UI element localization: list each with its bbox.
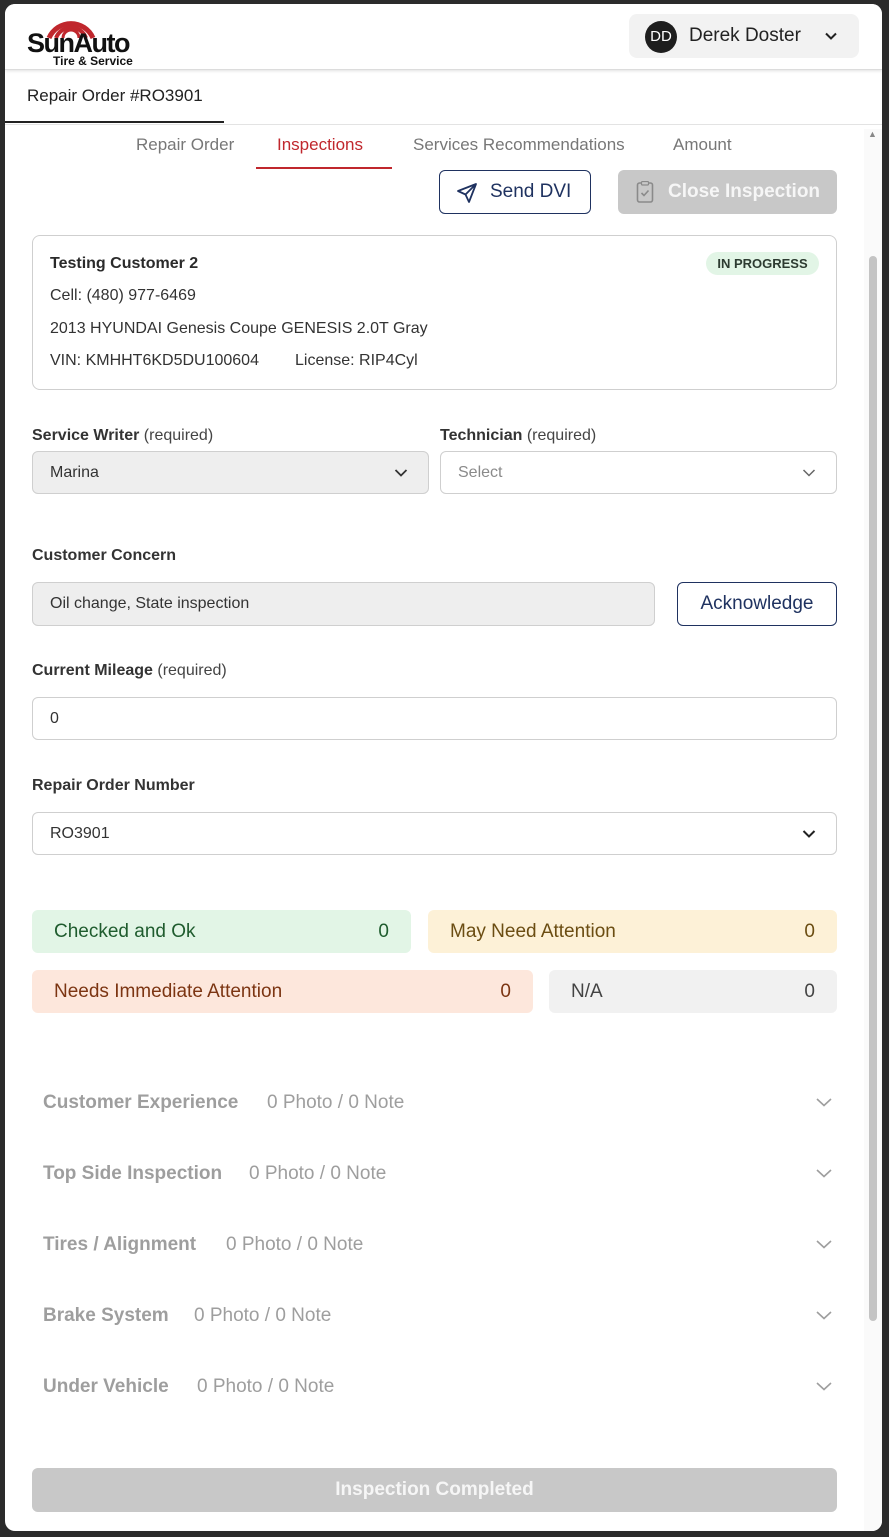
close-inspection-button[interactable]: Close Inspection <box>618 170 837 214</box>
scrollbar-thumb[interactable] <box>869 256 877 1321</box>
send-dvi-label: Send DVI <box>490 181 572 202</box>
needs-immediate-attention-stat: Needs Immediate Attention 0 <box>32 970 533 1013</box>
service-writer-select[interactable]: Marina <box>32 451 429 494</box>
chevron-down-icon <box>802 830 816 838</box>
vehicle-license: License: RIP4Cyl <box>295 352 418 369</box>
stat-label: Checked and Ok <box>54 921 196 942</box>
stat-count: 0 <box>804 981 815 1002</box>
repair-order-number-label: Repair Order Number <box>32 777 195 794</box>
tab-inspections[interactable]: Inspections <box>277 135 363 155</box>
technician-placeholder: Select <box>458 464 503 481</box>
divider <box>5 124 882 125</box>
tab-label: Repair Order #RO3901 <box>27 86 203 105</box>
acknowledge-button[interactable]: Acknowledge <box>677 582 837 626</box>
chevron-down-icon <box>816 1169 832 1178</box>
customer-concern-value: Oil change, State inspection <box>50 595 250 612</box>
send-dvi-button[interactable]: Send DVI <box>439 170 591 214</box>
chevron-down-icon <box>816 1098 832 1107</box>
customer-name: Testing Customer 2 <box>50 255 199 272</box>
label-text: Current Mileage <box>32 662 153 679</box>
section-name: Customer Experience <box>43 1092 239 1113</box>
section-customer-experience[interactable]: Customer Experience 0 Photo / 0 Note <box>43 1089 833 1119</box>
section-counts: 0 Photo / 0 Note <box>197 1376 335 1397</box>
service-writer-value: Marina <box>50 464 99 481</box>
section-tires-alignment[interactable]: Tires / Alignment 0 Photo / 0 Note <box>43 1231 833 1261</box>
stat-label: May Need Attention <box>450 921 616 942</box>
current-mileage-value: 0 <box>50 710 59 727</box>
section-name: Under Vehicle <box>43 1376 169 1397</box>
section-counts: 0 Photo / 0 Note <box>249 1163 387 1184</box>
stat-label: Needs Immediate Attention <box>54 981 283 1002</box>
vehicle-vin: VIN: KMHHT6KD5DU100604 <box>50 352 259 369</box>
chevron-down-icon <box>816 1382 832 1391</box>
customer-cell: Cell: (480) 977-6469 <box>50 287 196 304</box>
required-note: (required) <box>143 427 214 444</box>
avatar: DD <box>645 21 677 53</box>
label-text: Service Writer <box>32 427 140 444</box>
vehicle-description: 2013 HYUNDAI Genesis Coupe GENESIS 2.0T … <box>50 320 428 337</box>
section-counts: 0 Photo / 0 Note <box>267 1092 405 1113</box>
chevron-down-icon <box>802 469 816 477</box>
svg-text:Tire & Service: Tire & Service <box>53 54 133 66</box>
active-tab-indicator <box>256 167 392 169</box>
app-window: SunAuto Tire & Service DD Derek Doster R… <box>5 4 882 1531</box>
top-bar: SunAuto Tire & Service DD Derek Doster <box>5 4 882 70</box>
sunauto-logo: SunAuto Tire & Service <box>27 21 133 66</box>
required-note: (required) <box>526 427 597 444</box>
section-brake-system[interactable]: Brake System 0 Photo / 0 Note <box>43 1302 833 1332</box>
customer-concern-field: Oil change, State inspection <box>32 582 655 626</box>
section-under-vehicle[interactable]: Under Vehicle 0 Photo / 0 Note <box>43 1373 833 1403</box>
stat-count: 0 <box>378 921 389 942</box>
tab-services-recommendations[interactable]: Services Recommendations <box>413 135 625 155</box>
current-mileage-label: Current Mileage (required) <box>32 662 227 680</box>
section-counts: 0 Photo / 0 Note <box>194 1305 332 1326</box>
service-writer-label: Service Writer (required) <box>32 427 213 445</box>
tab-repair-order[interactable]: Repair Order <box>136 135 234 155</box>
section-counts: 0 Photo / 0 Note <box>226 1234 364 1255</box>
label-text: Technician <box>440 427 523 444</box>
chevron-down-icon <box>825 32 837 40</box>
chevron-down-icon <box>816 1311 832 1320</box>
user-name: Derek Doster <box>689 25 801 46</box>
section-name: Tires / Alignment <box>43 1234 197 1255</box>
user-menu-button[interactable]: DD Derek Doster <box>629 14 859 58</box>
repair-order-number-select[interactable]: RO3901 <box>32 812 837 855</box>
close-inspection-label: Close Inspection <box>668 181 821 202</box>
stat-count: 0 <box>500 981 511 1002</box>
stat-count: 0 <box>804 921 815 942</box>
send-icon <box>457 183 477 203</box>
clipboard-check-icon <box>636 181 654 203</box>
customer-card: Testing Customer 2 IN PROGRESS Cell: (48… <box>32 235 837 390</box>
technician-select[interactable]: Select <box>440 451 837 494</box>
section-name: Brake System <box>43 1305 169 1326</box>
current-mileage-input[interactable]: 0 <box>32 697 837 740</box>
required-note: (required) <box>157 662 227 679</box>
inspection-completed-button[interactable]: Inspection Completed <box>32 1468 837 1512</box>
na-stat: N/A 0 <box>549 970 837 1013</box>
section-top-side-inspection[interactable]: Top Side Inspection 0 Photo / 0 Note <box>43 1160 833 1190</box>
repair-order-number-value: RO3901 <box>50 825 110 842</box>
scroll-up-icon[interactable]: ▲ <box>868 129 877 139</box>
tab-amount[interactable]: Amount <box>673 135 732 155</box>
may-need-attention-stat: May Need Attention 0 <box>428 910 837 953</box>
chevron-down-icon <box>394 469 408 477</box>
status-badge: IN PROGRESS <box>706 252 819 275</box>
technician-label: Technician (required) <box>440 427 596 445</box>
tab-repair-order-number[interactable]: Repair Order #RO3901 <box>5 70 224 123</box>
stat-label: N/A <box>571 981 603 1002</box>
chevron-down-icon <box>816 1240 832 1249</box>
section-name: Top Side Inspection <box>43 1163 223 1184</box>
checked-ok-stat: Checked and Ok 0 <box>32 910 411 953</box>
customer-concern-label: Customer Concern <box>32 547 177 564</box>
